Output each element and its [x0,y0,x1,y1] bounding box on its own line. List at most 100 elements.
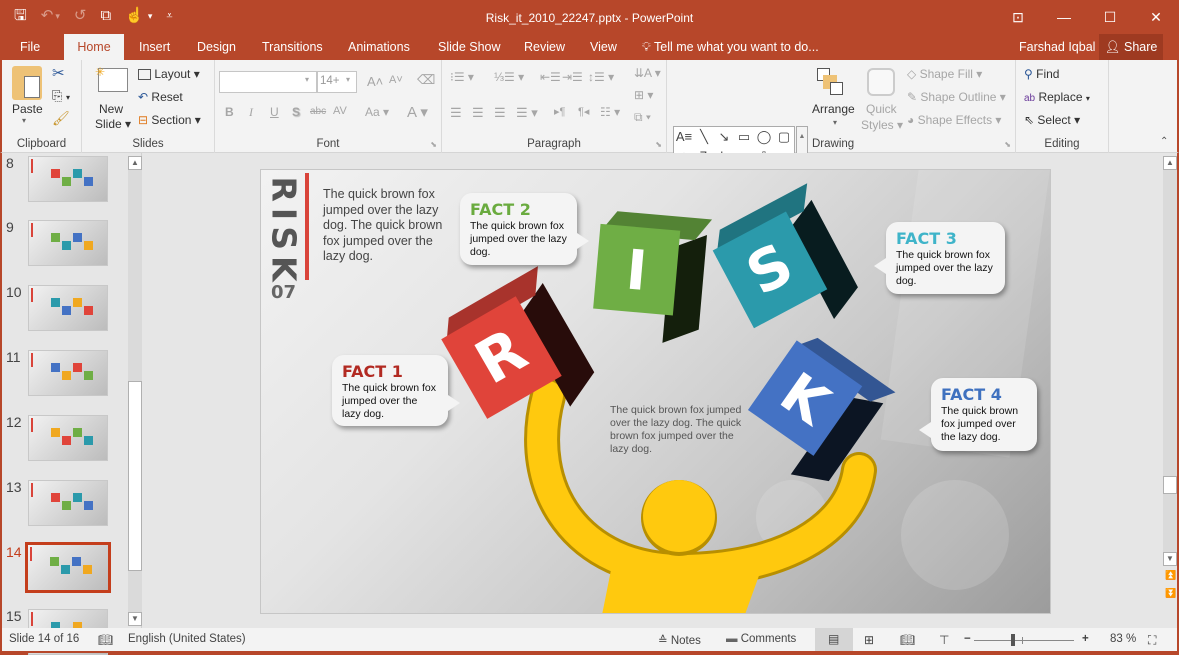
strikethrough-button[interactable]: abc [310,106,326,117]
find-button[interactable]: ⚲ Find [1024,67,1059,81]
notes-button[interactable]: ≙ Notes [658,633,701,647]
maximize-button[interactable]: ☐ [1087,0,1133,34]
slide-thumbnail[interactable] [28,156,108,202]
normal-view-button[interactable]: ▤ [815,628,853,651]
center-text[interactable]: The quick brown fox jumped over the lazy… [610,404,755,456]
slide-thumbnail[interactable] [28,285,108,331]
font-color-button[interactable]: A ▾ [407,103,428,121]
fit-to-window-icon[interactable]: ⛶ [1148,633,1156,648]
cut-icon[interactable]: ✂ [52,64,65,82]
paste-icon[interactable] [12,66,42,100]
bullets-icon[interactable]: ⁝☰ ▾ [450,70,474,84]
section-button[interactable]: ⊟ Section ▾ [138,113,201,127]
shape-effects-button[interactable]: ◕ Shape Effects ▾ [907,113,1001,127]
align-text-icon[interactable]: ⊞ ▾ [634,88,653,102]
shape-fill-button[interactable]: ◇ Shape Fill ▾ [907,67,982,81]
tab-transitions[interactable]: Transitions [250,34,335,60]
zoom-out-button[interactable]: − [964,633,971,645]
rtl-icon[interactable]: ¶◂ [578,105,589,118]
font-name-box[interactable] [219,71,317,93]
drawing-dialog-launcher-icon[interactable]: ⬊ [1004,140,1011,149]
shape-option[interactable]: ▭ [734,127,754,147]
slide-thumbnail[interactable] [28,415,108,461]
slide-sorter-icon[interactable]: ⊞ [864,633,874,647]
tell-me-box[interactable]: 💡︎ Tell me what you want to do... [642,34,819,60]
slideshow-view-icon[interactable]: ⊤ [939,633,949,647]
scroll-down-button[interactable]: ▼ [1163,552,1177,566]
bold-button[interactable]: B [225,105,234,119]
arrange-icon[interactable] [817,68,843,96]
replace-button[interactable]: ab Replace ▾ [1024,90,1090,104]
paste-button[interactable]: Paste [12,102,43,116]
scroll-down-button[interactable]: ▼ [128,612,142,626]
fact-4-callout[interactable]: FACT 4 The quick brown fox jumped over t… [919,378,1037,451]
font-name-dropdown-icon[interactable]: ▾ [305,75,309,84]
user-name[interactable]: Farshad Iqbal [1019,34,1095,60]
scroll-up-button[interactable]: ▲ [128,156,142,170]
scroll-thumb[interactable] [128,381,142,571]
change-case-button[interactable]: Aa ▾ [365,105,389,119]
ltr-icon[interactable]: ▸¶ [554,105,565,118]
tab-view[interactable]: View [578,34,629,60]
shape-option[interactable]: ↘ [714,127,734,147]
tab-insert[interactable]: Insert [127,34,182,60]
tab-slide-show[interactable]: Slide Show [426,34,513,60]
shape-option[interactable]: A≡ [674,127,694,147]
shape-option[interactable]: ╲ [694,127,714,147]
shape-option[interactable]: ◯ [754,127,774,147]
previous-slide-icon[interactable]: ⏫ [1165,570,1176,581]
paragraph-dialog-launcher-icon[interactable]: ⬊ [655,140,662,149]
quick-styles-dropdown[interactable]: Styles ▾ [861,118,903,132]
italic-button[interactable]: I [249,105,253,120]
fact-1-callout[interactable]: FACT 1 The quick brown fox jumped over t… [332,355,460,426]
shape-outline-button[interactable]: ✎ Shape Outline ▾ [907,90,1006,104]
shape-option[interactable]: ▢ [774,127,794,147]
tab-home[interactable]: Home [64,34,124,60]
tab-file[interactable]: File [8,34,52,60]
slide-scrollbar[interactable]: ▲ ▼ [1163,156,1177,566]
thumbnail-scrollbar[interactable]: ▲ ▼ [128,156,142,626]
font-size-box[interactable]: 14+ [317,71,357,93]
text-direction-icon[interactable]: ⇊A ▾ [634,66,661,80]
align-right-icon[interactable]: ☰ [494,105,506,121]
paste-dropdown-icon[interactable]: ▾ [22,116,26,125]
tab-animations[interactable]: Animations [336,34,422,60]
align-center-icon[interactable]: ☰ [472,105,484,121]
character-spacing-button[interactable]: AV [333,105,347,117]
ribbon-display-options-icon[interactable]: ⊡ [995,0,1041,34]
slide-canvas[interactable]: RISK 07 The quick brown fox jumped over … [260,169,1051,614]
reset-button[interactable]: ↶ Reset [138,90,183,104]
select-button[interactable]: ⇖ Select ▾ [1024,113,1080,127]
quick-styles-icon[interactable] [867,68,895,96]
decrease-indent-icon[interactable]: ⇤☰ [540,70,561,84]
comments-button[interactable]: ▬ Comments [726,633,796,645]
grow-font-icon[interactable]: A˄ [367,74,383,89]
increase-indent-icon[interactable]: ⇥☰ [562,70,583,84]
minimize-button[interactable]: — [1041,0,1087,34]
font-dialog-launcher-icon[interactable]: ⬊ [430,140,437,149]
shrink-font-icon[interactable]: A˅ [389,74,403,86]
new-slide-dropdown[interactable]: Slide ▾ [95,117,131,131]
copy-icon[interactable]: ⎘ ▾ [52,88,70,104]
align-left-icon[interactable]: ☰ [450,105,462,121]
line-spacing-icon[interactable]: ↕☰ ▾ [588,70,614,84]
fact-2-callout[interactable]: FACT 2 The quick brown fox jumped over t… [460,193,589,265]
share-button[interactable]: 👤︎ Share [1099,34,1163,60]
slide-thumbnail[interactable] [28,350,108,396]
next-slide-icon[interactable]: ⏬ [1165,588,1176,599]
slide-thumbnail[interactable] [25,542,111,593]
tab-review[interactable]: Review [512,34,577,60]
zoom-level[interactable]: 83 % [1110,633,1136,645]
format-painter-icon[interactable]: 🖌︎ [52,110,70,127]
shadow-button[interactable]: S [292,105,300,119]
arrange-button[interactable]: Arrange [812,102,855,116]
zoom-in-button[interactable]: + [1082,633,1089,645]
new-slide-label[interactable]: New [99,102,123,116]
slide-thumbnail[interactable] [28,220,108,266]
tab-design[interactable]: Design [185,34,248,60]
zoom-slider[interactable] [974,634,1074,646]
spell-check-icon[interactable]: 📖︎ [98,633,113,647]
new-slide-icon[interactable]: ✳ [95,65,128,92]
collapse-ribbon-icon[interactable]: ⌃ [1160,136,1168,147]
scroll-thumb[interactable] [1163,476,1177,494]
